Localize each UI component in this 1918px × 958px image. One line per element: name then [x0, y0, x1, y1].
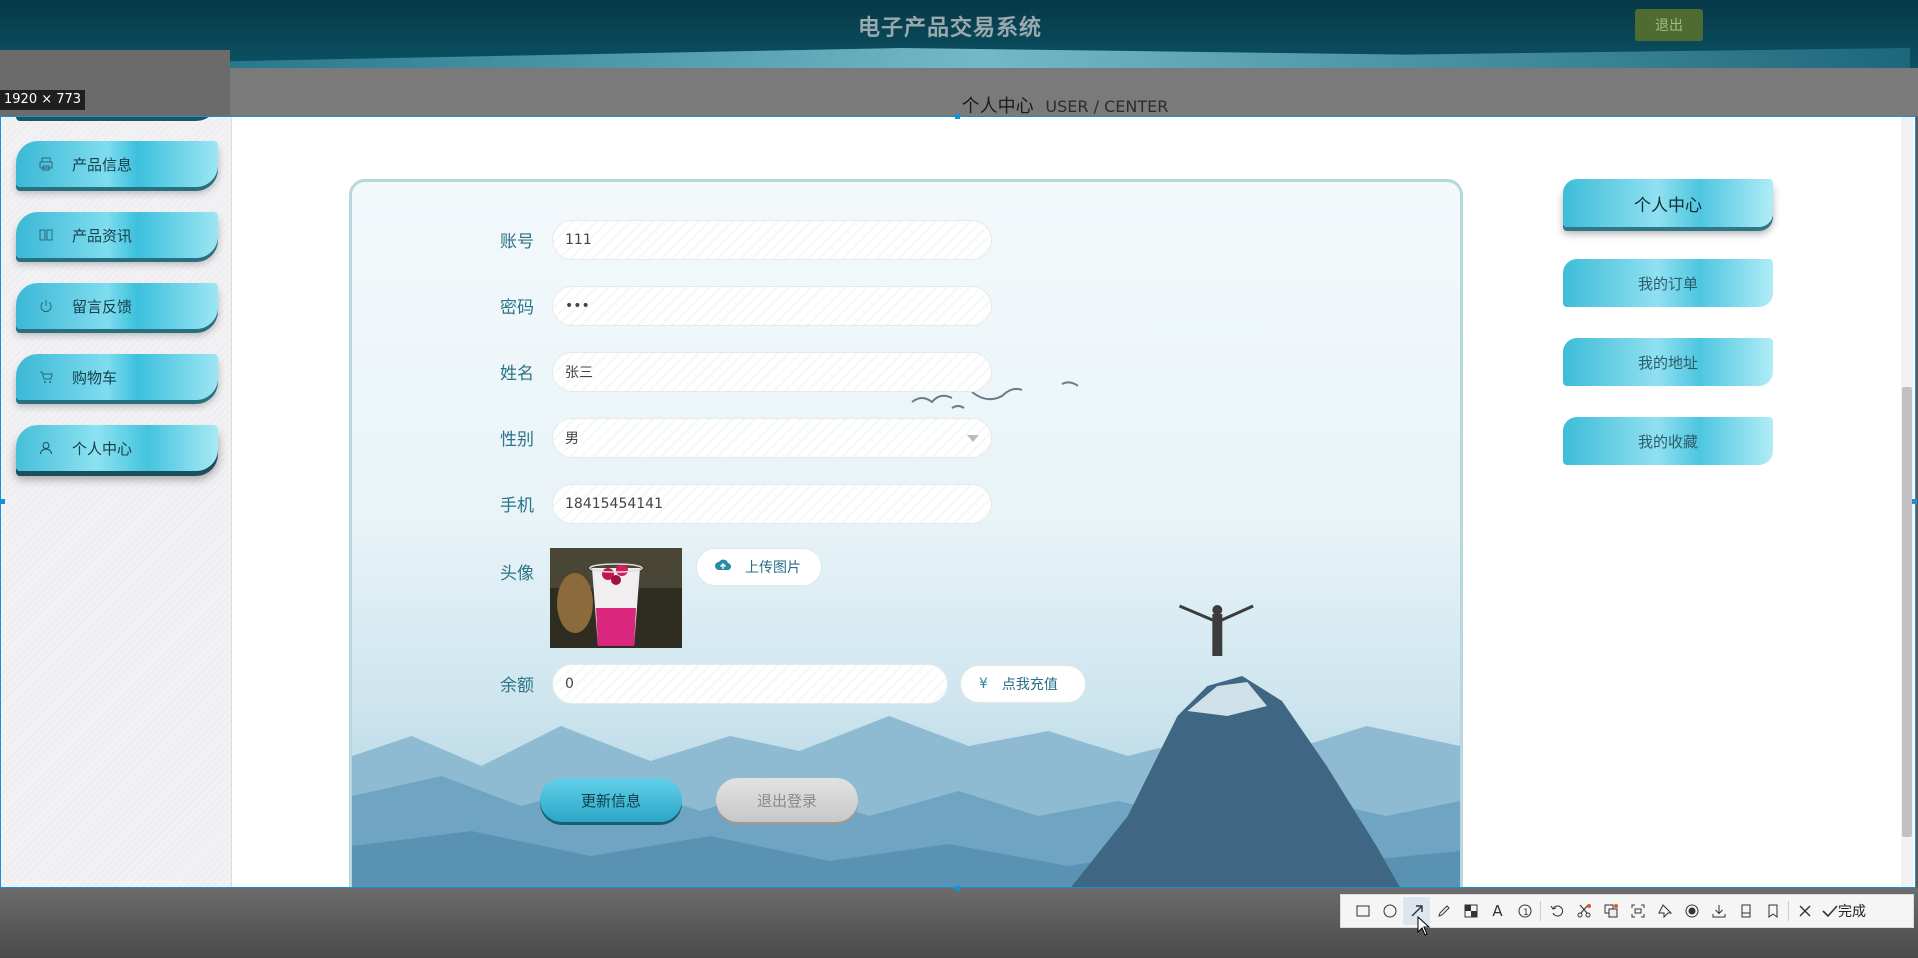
selection-handle-top[interactable] [955, 114, 960, 119]
sidebar-item-label: 个人中心 [72, 439, 133, 458]
done-button[interactable]: 完成 [1822, 901, 1866, 921]
cloud-upload-icon [715, 559, 732, 575]
header-swoosh [230, 48, 1910, 68]
profile-form-card: 账号 111 密码 ••• 姓名 张三 性别 男 手机 18415454141 … [349, 179, 1463, 887]
toolbar-divider [1540, 901, 1541, 921]
sidebar-item-cart[interactable]: 购物车 [16, 354, 218, 400]
sidebar-item-label: 产品资讯 [72, 226, 133, 245]
rectangle-icon[interactable] [1349, 897, 1376, 925]
screenshot-selection-area[interactable]: 首页 产品信息 产品资讯 留言反馈 购物车 [0, 116, 1916, 888]
section-title-cn: 个人中心 [961, 96, 1034, 117]
gender-select-value: 男 [565, 431, 579, 447]
right-menu-my-address[interactable]: 我的地址 [1563, 338, 1773, 386]
upload-image-button[interactable]: 上传图片 [696, 548, 822, 586]
svg-text:1: 1 [1523, 908, 1529, 918]
cart-icon [38, 369, 54, 385]
sidebar-item-label: 购物车 [72, 368, 118, 387]
balance-label: 余额 [500, 676, 534, 696]
ellipse-icon[interactable] [1376, 897, 1403, 925]
undo-icon[interactable] [1543, 897, 1570, 925]
phone-label: 手机 [500, 496, 534, 516]
bookmark-icon[interactable] [1759, 897, 1786, 925]
section-title: 个人中心 USER / CENTER [230, 92, 1900, 118]
top-header: 电子产品交易系统 退出 [0, 0, 1918, 68]
selection-handle-right[interactable] [1912, 499, 1917, 504]
recharge-button[interactable]: ¥ 点我充值 [960, 665, 1086, 703]
power-icon [38, 298, 54, 314]
cut-icon[interactable] [1570, 897, 1597, 925]
yen-icon: ¥ [979, 676, 988, 692]
chevron-down-icon [967, 435, 979, 442]
done-label: 完成 [1838, 904, 1866, 920]
mountain-background-illustration [352, 604, 1460, 887]
scrollbar-thumb[interactable] [1902, 387, 1912, 837]
sidebar-item-label: 产品信息 [72, 155, 133, 174]
ocr-icon[interactable] [1624, 897, 1651, 925]
right-menu-user-center[interactable]: 个人中心 [1563, 179, 1773, 227]
pin-icon[interactable] [1651, 897, 1678, 925]
printer-icon [38, 156, 54, 172]
sidebar: 首页 产品信息 产品资讯 留言反馈 购物车 [1, 116, 232, 887]
toolbar-divider [1788, 901, 1789, 921]
name-label: 姓名 [500, 364, 534, 384]
sidebar-item-feedback[interactable]: 留言反馈 [16, 283, 218, 329]
account-label: 账号 [500, 232, 534, 252]
check-icon [1822, 905, 1838, 918]
sidebar-item-product-news[interactable]: 产品资讯 [16, 212, 218, 258]
update-info-button[interactable]: 更新信息 [540, 778, 682, 822]
right-menu-my-orders[interactable]: 我的订单 [1563, 259, 1773, 307]
header-logout-button[interactable]: 退出 [1635, 9, 1703, 41]
avatar-image[interactable] [550, 548, 682, 648]
password-field[interactable]: ••• [552, 286, 992, 326]
text-icon[interactable]: A [1484, 897, 1511, 925]
user-icon [38, 440, 54, 456]
number-icon[interactable]: 1 [1511, 897, 1538, 925]
avatar-label: 头像 [500, 564, 534, 584]
sidebar-item-product-info[interactable]: 产品信息 [16, 141, 218, 187]
account-field[interactable]: 111 [552, 220, 992, 260]
selection-dimension-label: 1920 × 773 [0, 90, 86, 110]
pen-icon[interactable] [1430, 897, 1457, 925]
long-screenshot-icon[interactable] [1732, 897, 1759, 925]
sidebar-item-label: 留言反馈 [72, 297, 133, 316]
mouse-cursor-icon [1417, 915, 1431, 941]
close-icon[interactable] [1791, 897, 1818, 925]
system-title: 电子产品交易系统 [857, 16, 1042, 41]
upload-image-label: 上传图片 [745, 560, 801, 576]
record-icon[interactable] [1678, 897, 1705, 925]
balance-field[interactable]: 0 [552, 664, 948, 704]
selection-handle-left[interactable] [0, 499, 5, 504]
gender-select[interactable]: 男 [552, 418, 992, 458]
translate-icon[interactable] [1597, 897, 1624, 925]
selection-handle-bottom[interactable] [955, 886, 960, 891]
recharge-label: 点我充值 [1001, 677, 1058, 693]
sidebar-item-home[interactable]: 首页 [16, 116, 218, 117]
right-menu-my-favorites[interactable]: 我的收藏 [1563, 417, 1773, 465]
section-title-en: USER / CENTER [1045, 97, 1169, 116]
sidebar-item-user-center[interactable]: 个人中心 [16, 425, 218, 471]
download-icon[interactable] [1705, 897, 1732, 925]
mosaic-icon[interactable] [1457, 897, 1484, 925]
name-field[interactable]: 张三 [552, 352, 992, 392]
book-icon [38, 227, 54, 243]
password-label: 密码 [500, 298, 534, 318]
gender-label: 性别 [500, 430, 534, 450]
phone-field[interactable]: 18415454141 [552, 484, 992, 524]
logout-button[interactable]: 退出登录 [716, 778, 858, 822]
